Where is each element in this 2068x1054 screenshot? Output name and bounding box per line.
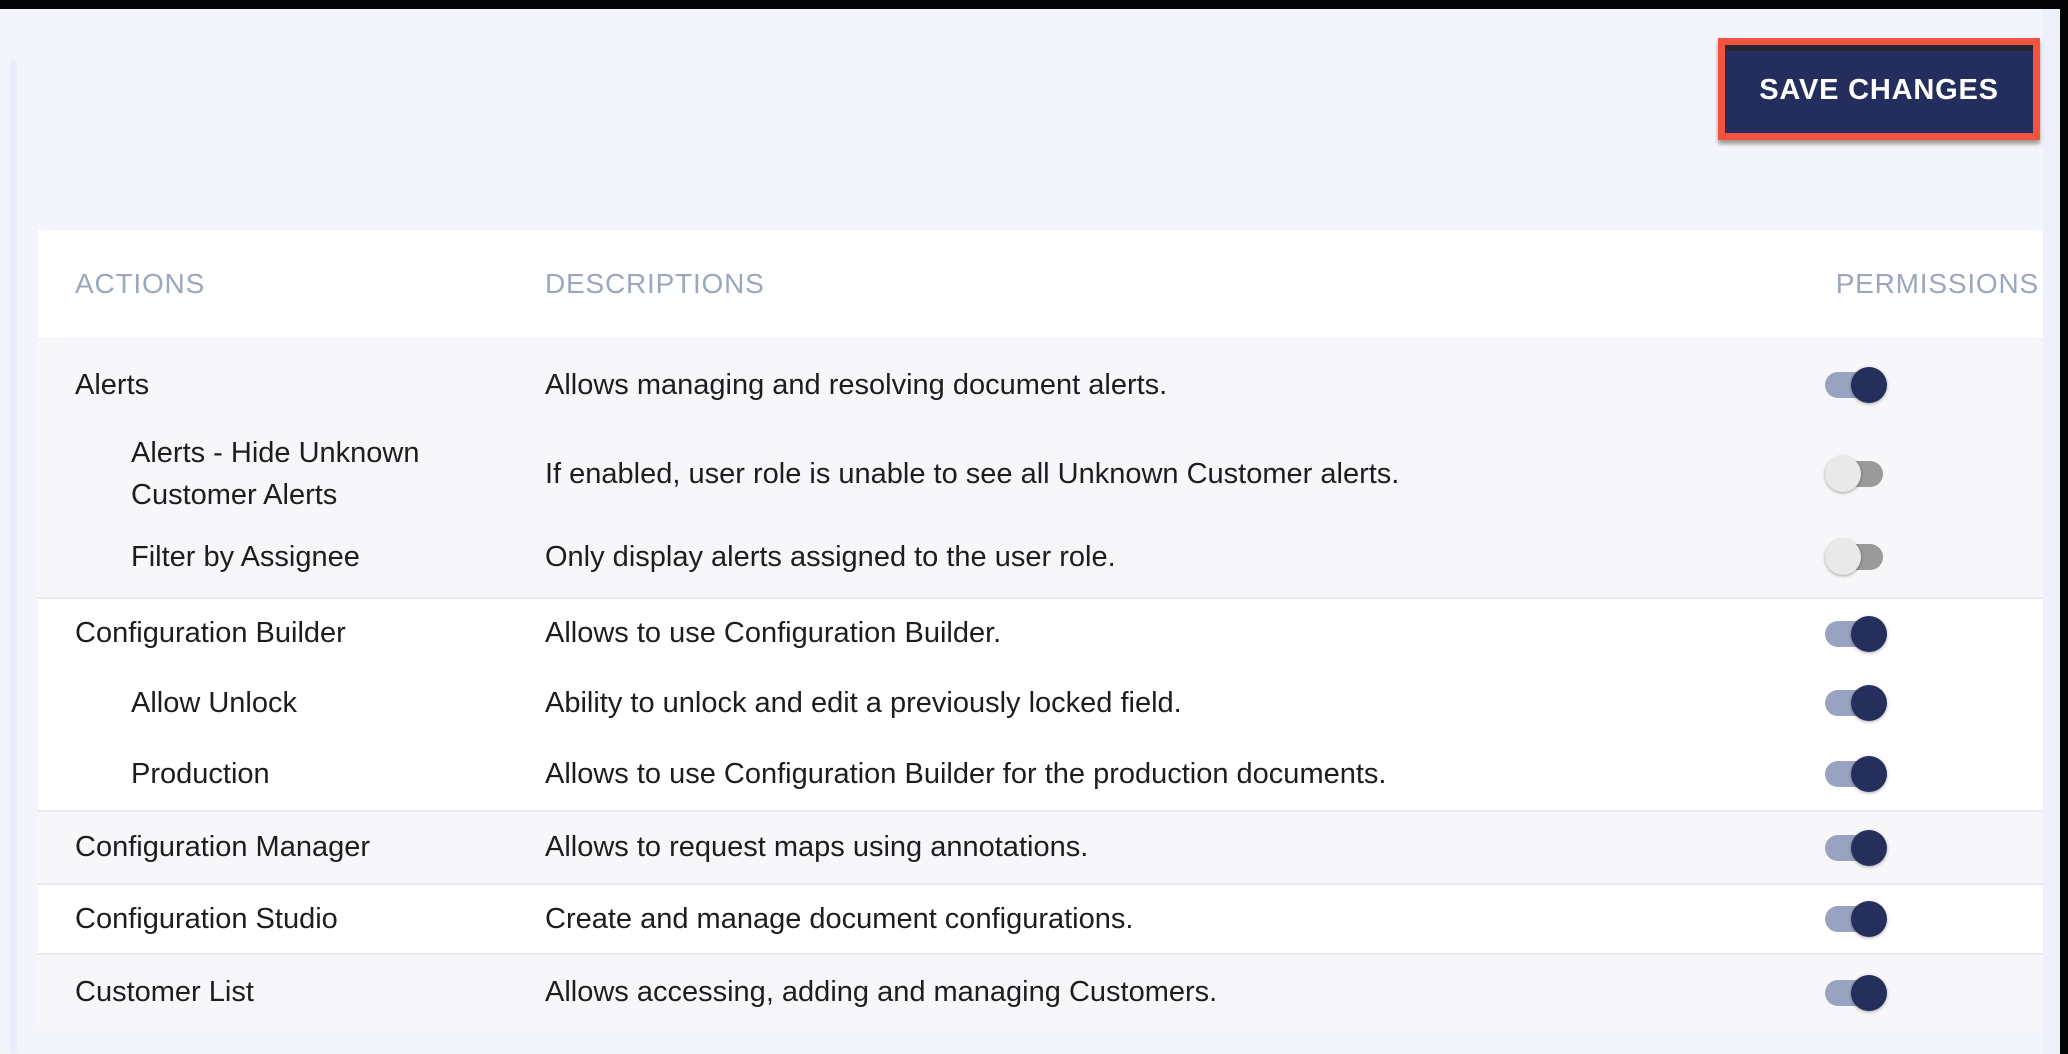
- permission-toggle[interactable]: [1825, 830, 1887, 866]
- action-label: Filter by Assignee: [75, 536, 545, 578]
- action-label: Customer List: [75, 971, 545, 1013]
- description-label: Allows to request maps using annotations…: [545, 826, 1793, 868]
- toggle-knob: [1851, 616, 1887, 652]
- table-row: Allow Unlock Ability to unlock and edit …: [38, 668, 2043, 738]
- description-label: Ability to unlock and edit a previously …: [545, 682, 1793, 724]
- column-header-permissions: PERMISSIONS: [1793, 268, 2043, 300]
- description-label: Allows managing and resolving document a…: [545, 364, 1793, 406]
- permission-toggle[interactable]: [1825, 539, 1887, 575]
- column-header-descriptions: DESCRIPTIONS: [545, 268, 1793, 300]
- toggle-knob: [1851, 975, 1887, 1011]
- toggle-knob: [1851, 367, 1887, 403]
- table-row: Filter by Assignee Only display alerts a…: [38, 517, 2043, 597]
- screenshot-frame-right: [2060, 9, 2068, 1054]
- toggle-knob: [1851, 685, 1887, 721]
- description-label: Only display alerts assigned to the user…: [545, 536, 1793, 578]
- table-row: Production Allows to use Configuration B…: [38, 738, 2043, 810]
- action-label: Configuration Studio: [75, 898, 545, 940]
- permission-toggle[interactable]: [1825, 456, 1887, 492]
- toggle-knob: [1851, 830, 1887, 866]
- description-label: Allows accessing, adding and managing Cu…: [545, 971, 1793, 1013]
- action-label: Configuration Builder: [75, 612, 545, 654]
- left-scrollbar-strip[interactable]: [10, 60, 17, 1054]
- table-row: Configuration Studio Create and manage d…: [38, 883, 2043, 953]
- permission-toggle[interactable]: [1825, 756, 1887, 792]
- description-label: Allows to use Configuration Builder for …: [545, 753, 1793, 795]
- column-header-actions: ACTIONS: [75, 268, 545, 300]
- toggle-knob: [1825, 456, 1861, 492]
- permission-toggle[interactable]: [1825, 685, 1887, 721]
- table-row: Configuration Manager Allows to request …: [38, 810, 2043, 883]
- permission-toggle[interactable]: [1825, 367, 1887, 403]
- action-label: Allow Unlock: [75, 682, 545, 724]
- save-changes-button[interactable]: SAVE CHANGES: [1718, 38, 2040, 140]
- right-scrollbar-strip[interactable]: [2043, 9, 2060, 1054]
- save-changes-label: SAVE CHANGES: [1759, 72, 1999, 107]
- toggle-knob: [1851, 756, 1887, 792]
- table-row: Configuration Builder Allows to use Conf…: [38, 597, 2043, 668]
- action-label: Alerts - Hide Unknown Customer Alerts: [75, 432, 545, 516]
- action-label: Configuration Manager: [75, 826, 545, 868]
- toggle-knob: [1851, 901, 1887, 937]
- permission-toggle[interactable]: [1825, 975, 1887, 1011]
- table-row: Customer List Allows accessing, adding a…: [38, 953, 2043, 1030]
- permission-toggle[interactable]: [1825, 901, 1887, 937]
- table-row: Alerts Allows managing and resolving doc…: [38, 339, 2043, 431]
- permission-toggle[interactable]: [1825, 616, 1887, 652]
- permissions-table-body: Alerts Allows managing and resolving doc…: [38, 338, 2043, 1030]
- toggle-knob: [1825, 539, 1861, 575]
- permissions-table: ACTIONS DESCRIPTIONS PERMISSIONS Alerts …: [38, 230, 2043, 1030]
- description-label: If enabled, user role is unable to see a…: [545, 453, 1793, 495]
- table-header: ACTIONS DESCRIPTIONS PERMISSIONS: [38, 230, 2043, 338]
- description-label: Allows to use Configuration Builder.: [545, 612, 1793, 654]
- action-label: Production: [75, 753, 545, 795]
- description-label: Create and manage document configuration…: [545, 898, 1793, 940]
- action-label: Alerts: [75, 364, 545, 406]
- screenshot-frame-top: [0, 0, 2068, 9]
- table-row: Alerts - Hide Unknown Customer Alerts If…: [38, 431, 2043, 517]
